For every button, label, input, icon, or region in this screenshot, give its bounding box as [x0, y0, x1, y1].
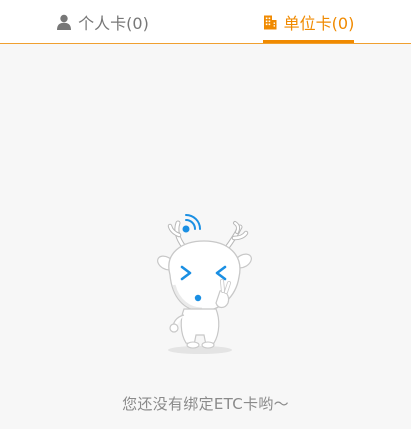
deer-mascot-illustration: [148, 205, 258, 360]
tab-company-label: 单位卡(0): [283, 13, 355, 33]
tab-personal-label: 个人卡(0): [78, 13, 149, 33]
building-icon: [262, 14, 278, 30]
active-tab-indicator: [263, 40, 354, 43]
tab-bar: 个人卡(0) 单位卡(0): [0, 0, 411, 44]
empty-state-message: 您还没有绑定ETC卡哟～: [122, 395, 289, 413]
tab-company-card[interactable]: 单位卡(0): [205, 0, 411, 43]
person-icon: [56, 14, 72, 30]
tab-personal-card[interactable]: 个人卡(0): [0, 0, 205, 43]
